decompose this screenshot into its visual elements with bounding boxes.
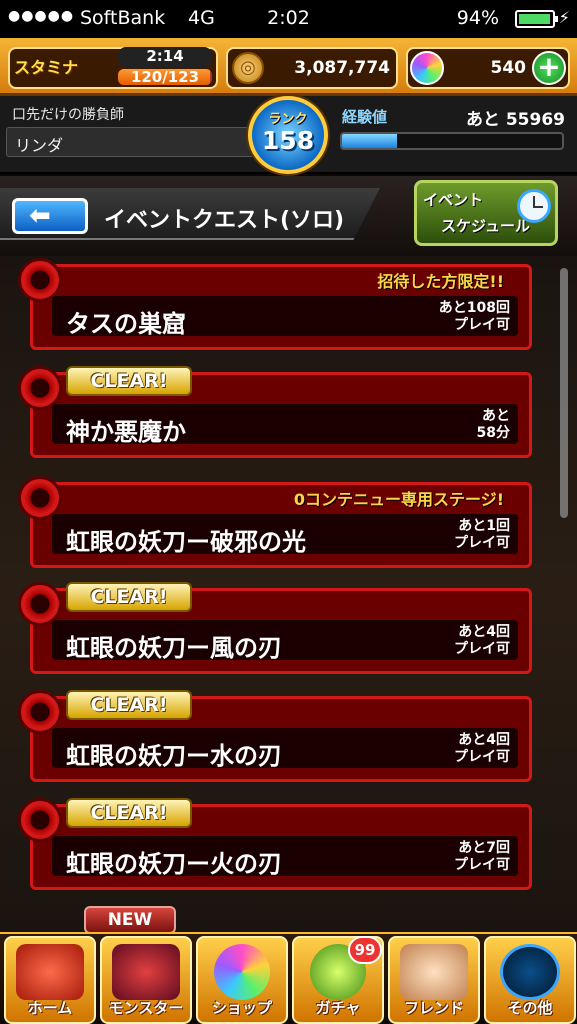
stamina-label: スタミナ (14, 58, 79, 77)
quest-remaining: あと1回 プレイ可 (454, 518, 510, 551)
quest-item[interactable]: CLEAR! 神か悪魔か あと 58分 (18, 366, 532, 458)
quest-remaining: あと4回 プレイ可 (454, 732, 510, 765)
monster-icon (112, 944, 180, 1000)
home-icon (16, 944, 84, 1000)
quest-item[interactable]: CLEAR! 虹眼の妖刀ー火の刃 あと7回 プレイ可 (18, 798, 532, 890)
quest-name: 虹眼の妖刀ー水の刃 (66, 742, 282, 770)
battery-percent: 94% (456, 7, 499, 29)
resource-hud: スタミナ 2:14 120/123 ◎ 3,087,774 540 + (0, 38, 577, 96)
quest-item[interactable]: CLEAR! 虹眼の妖刀ー風の刃 あと4回 プレイ可 (18, 582, 532, 674)
back-arrow-icon: ⬅ (29, 201, 51, 231)
new-badge: NEW (84, 906, 176, 934)
quest-remaining: あと7回 プレイ可 (454, 840, 510, 873)
schedule-label-line1: イベント (423, 191, 484, 209)
battery-icon (515, 10, 558, 28)
quest-note: 招待した方限定!! (377, 272, 504, 291)
quest-name: 虹眼の妖刀ー破邪の光 (66, 528, 306, 556)
nav-friend-label: フレンド (403, 999, 464, 1017)
rank-badge: ランク 158 (248, 96, 328, 174)
player-title: 口先だけの勝負師 (12, 107, 124, 123)
nav-other-label: その他 (507, 999, 553, 1017)
quest-note: 0コンテニュー専用ステージ! (293, 490, 504, 509)
coin-icon: ◎ (232, 52, 264, 84)
clear-badge: CLEAR! (66, 798, 192, 828)
clear-badge: CLEAR! (66, 582, 192, 612)
orb-shop-icon (214, 944, 270, 1000)
nav-shop[interactable]: ショップ (196, 936, 288, 1024)
quest-name: タスの巣窟 (66, 310, 186, 338)
player-name-box: リンダ (6, 127, 254, 157)
exp-label: 経験値 (342, 108, 388, 126)
radar-icon (500, 944, 560, 1000)
nav-monster[interactable]: モンスター (100, 936, 192, 1024)
rank-value: 158 (261, 126, 315, 155)
quest-remaining: あと108回 プレイ可 (438, 300, 510, 333)
stamina-panel: スタミナ 2:14 120/123 (8, 47, 218, 89)
exp-remaining: あと 55969 (465, 110, 565, 130)
nav-friend[interactable]: フレンド (388, 936, 480, 1024)
quest-item[interactable]: CLEAR! 虹眼の妖刀ー水の刃 あと4回 プレイ可 (18, 690, 532, 782)
quest-name: 神か悪魔か (66, 418, 186, 446)
nav-home[interactable]: ホーム (4, 936, 96, 1024)
buy-orbs-button[interactable]: + (532, 51, 566, 85)
scrollbar[interactable] (560, 268, 568, 518)
quest-name: 虹眼の妖刀ー風の刃 (66, 634, 282, 662)
player-name: リンダ (15, 136, 64, 155)
gacha-count-badge: 99 (348, 936, 382, 964)
clock-icon (517, 189, 551, 223)
quest-remaining: あと4回 プレイ可 (454, 624, 510, 657)
event-schedule-button[interactable]: イベント スケジュール (414, 180, 558, 246)
bottom-nav: ホーム モンスター ショップ ガチャ フレンド その他 (0, 932, 577, 1024)
back-button[interactable]: ⬅ (12, 198, 88, 234)
quest-item[interactable]: 0コンテニュー専用ステージ! 虹眼の妖刀ー破邪の光 あと1回 プレイ可 (18, 476, 532, 568)
player-info: 口先だけの勝負師 リンダ ランク 158 経験値 あと 55969 (0, 96, 577, 174)
page-title: イベントクエスト(ソロ) (104, 208, 345, 233)
charging-icon: ⚡ (558, 8, 570, 27)
nav-shop-label: ショップ (211, 999, 272, 1017)
orb-panel: 540 + (406, 47, 570, 89)
coin-count: 3,087,774 (294, 58, 390, 78)
exp-bar (340, 132, 564, 150)
handshake-icon (400, 944, 468, 1000)
coin-panel: ◎ 3,087,774 (226, 47, 398, 89)
rank-label: ランク (268, 112, 308, 127)
orb-count: 540 (490, 58, 527, 78)
clear-badge: CLEAR! (66, 690, 192, 720)
quest-name: 虹眼の妖刀ー火の刃 (66, 850, 282, 878)
clear-badge: CLEAR! (66, 366, 192, 396)
quest-item[interactable]: 招待した方限定!! タスの巣窟 あと108回 プレイ可 (18, 258, 532, 350)
nav-monster-label: モンスター (108, 999, 184, 1017)
status-bar: ●●●●● SoftBank 4G 2:02 94% ⚡ (0, 0, 577, 38)
nav-home-label: ホーム (27, 999, 73, 1017)
nav-gacha-label: ガチャ (315, 999, 361, 1017)
stamina-timer: 2:14 (118, 47, 212, 67)
schedule-label-line2: スケジュール (441, 217, 530, 235)
quest-remaining: あと 58分 (476, 408, 510, 441)
nav-other[interactable]: その他 (484, 936, 576, 1024)
stamina-value: 120/123 (130, 68, 200, 86)
orb-icon (410, 51, 444, 85)
